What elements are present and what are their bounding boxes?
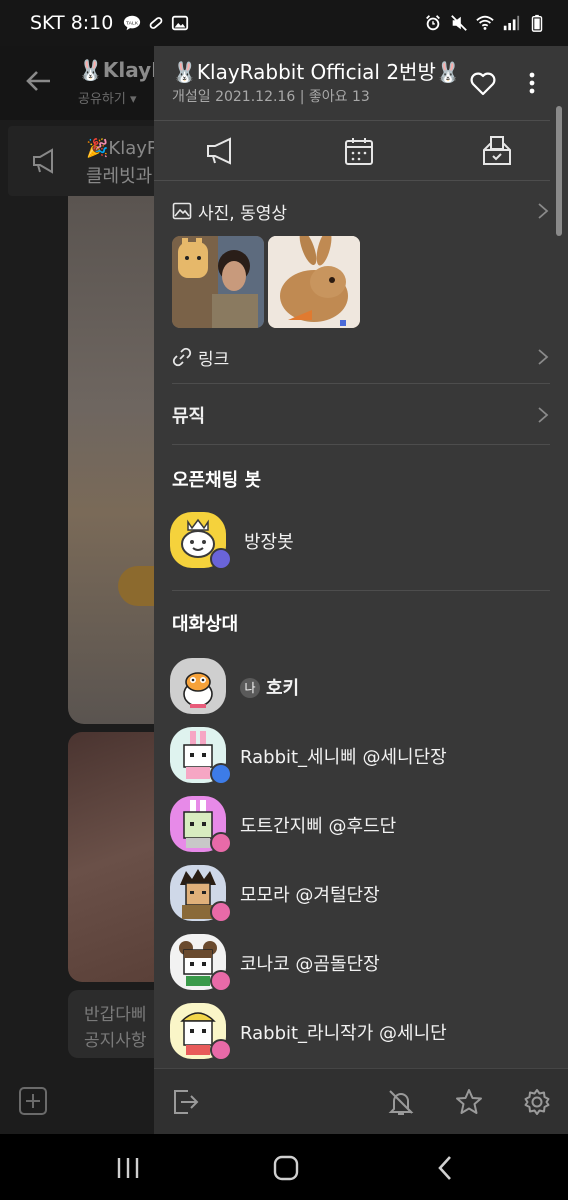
notice-line-2: 클레빗과 (86, 166, 153, 187)
room-title: 🐰KlayRabbit Official 2번방🐰 (172, 60, 461, 84)
divider (154, 120, 550, 121)
music-section-label: 뮤직 (172, 406, 206, 427)
settings-gear-icon[interactable] (522, 1087, 552, 1117)
add-attachment-icon[interactable] (18, 1086, 48, 1116)
back-icon[interactable] (432, 1154, 460, 1182)
crown-badge-icon (210, 763, 232, 785)
member-name: 나 호키 (240, 674, 299, 700)
bot-section-heading: 오픈채팅 봇 (172, 470, 262, 491)
wifi-icon (476, 15, 494, 30)
divider (172, 444, 550, 445)
drawer-scrollbar[interactable] (556, 106, 562, 236)
notice-line-1: 🎉KlayR (86, 138, 160, 159)
media-section-row[interactable]: 사진, 동영상 (172, 196, 550, 226)
feature-row (154, 122, 550, 180)
link-section-row[interactable]: 링크 (172, 342, 550, 372)
status-time: SKT 8:10 (30, 12, 114, 34)
share-menu[interactable]: 공유하기 ▾ (78, 88, 137, 107)
member-item[interactable]: 도트간지삐 @후드단 (170, 796, 550, 856)
gallery-icon (172, 15, 189, 31)
signal-icon (503, 15, 520, 31)
member-name: Rabbit_세니삐 @세니단장 (240, 747, 447, 768)
chat-message-bubble[interactable]: 반갑다삐 공지사항 (68, 990, 168, 1058)
drawer-header: 🐰KlayRabbit Official 2번방🐰 개설일 2021.12.16… (154, 46, 568, 120)
photo-icon (172, 202, 192, 220)
talk-badge-text: TALK (126, 20, 139, 26)
members-section-heading: 대화상대 (172, 614, 239, 635)
mute-icon (451, 15, 467, 31)
battery-icon (531, 14, 543, 32)
member-item[interactable]: Rabbit_라니작가 @세니단 (170, 1003, 550, 1063)
chevron-right-icon (538, 203, 549, 219)
system-nav-bar (0, 1134, 568, 1200)
calendar-icon[interactable] (342, 134, 376, 168)
room-meta: 개설일 2021.12.16 | 좋아요 13 (172, 89, 370, 105)
back-arrow-icon[interactable] (24, 66, 54, 96)
message-line-2: 공지사항 (84, 1031, 147, 1051)
chat-photo-message[interactable] (68, 732, 168, 982)
megaphone-icon (33, 148, 53, 174)
recent-apps-icon[interactable] (114, 1154, 142, 1182)
bot-item[interactable]: 방장봇 (170, 512, 550, 572)
crown-badge-icon (210, 901, 232, 923)
vote-box-icon[interactable] (480, 134, 514, 168)
favorite-star-icon[interactable] (454, 1087, 484, 1117)
member-item[interactable]: 모모라 @겨털단장 (170, 865, 550, 925)
member-name: Rabbit_라니작가 @세니단 (240, 1023, 447, 1044)
divider (172, 383, 550, 384)
chevron-right-icon (538, 407, 549, 423)
chat-photo-message[interactable] (68, 196, 168, 724)
divider (154, 180, 550, 181)
media-thumbnail[interactable] (172, 236, 264, 328)
crown-badge-icon (210, 970, 232, 992)
avatar (170, 658, 226, 714)
pill-icon (150, 17, 163, 29)
divider (172, 590, 550, 591)
bot-name: 방장봇 (244, 532, 294, 553)
exit-room-icon[interactable] (170, 1087, 200, 1117)
like-heart-icon[interactable] (468, 68, 498, 98)
music-section-row[interactable]: 뮤직 (172, 400, 550, 430)
status-system-icons (424, 14, 546, 32)
link-icon (172, 347, 192, 367)
avatar-image (183, 672, 213, 708)
home-icon[interactable] (272, 1154, 300, 1182)
status-bar: SKT 8:10 TALK (0, 0, 568, 46)
link-section-label: 링크 (198, 349, 230, 370)
notification-off-icon[interactable] (386, 1087, 416, 1117)
crown-badge-icon (210, 1039, 232, 1061)
message-line-1: 반갑다삐 (84, 1005, 147, 1025)
status-notification-icons: TALK (123, 14, 189, 32)
media-section-label: 사진, 동영상 (198, 203, 288, 224)
chevron-right-icon (538, 349, 549, 365)
drawer-footer (154, 1068, 568, 1134)
more-options-icon[interactable] (520, 68, 544, 98)
talk-notification-icon: TALK (124, 15, 141, 31)
media-thumbnail[interactable] (268, 236, 360, 328)
bot-badge-icon (210, 548, 232, 570)
crown-badge-icon (210, 832, 232, 854)
thumbnail-image (268, 236, 360, 328)
member-item-me[interactable]: 나 호키 (170, 658, 550, 718)
chat-room-drawer: 🐰KlayRabbit Official 2번방🐰 개설일 2021.12.16… (154, 46, 568, 1134)
member-name: 도트간지삐 @후드단 (240, 816, 397, 837)
alarm-icon (426, 15, 440, 31)
member-item[interactable]: Rabbit_세니삐 @세니단장 (170, 727, 550, 787)
member-name-text: 호키 (266, 678, 300, 699)
notice-megaphone-icon[interactable] (204, 134, 238, 168)
member-name: 코나코 @곰돌단장 (240, 954, 380, 975)
me-badge: 나 (240, 678, 260, 698)
thumbnail-image (172, 236, 264, 328)
member-item[interactable]: 코나코 @곰돌단장 (170, 934, 550, 994)
member-name: 모모라 @겨털단장 (240, 885, 380, 906)
